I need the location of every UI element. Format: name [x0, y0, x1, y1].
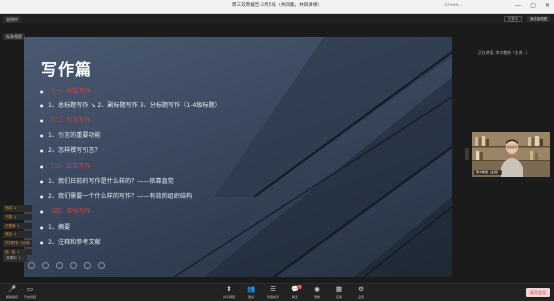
apps-icon: ▦	[335, 285, 343, 293]
speaker-person	[501, 139, 523, 177]
close-button[interactable]: ✕	[545, 2, 550, 10]
toolbar-button-label: 设置	[357, 294, 364, 299]
settings-button[interactable]: ⚙ 设置	[351, 286, 371, 299]
more-icon[interactable]	[98, 262, 105, 269]
prev-page-icon[interactable]	[28, 262, 35, 269]
bullet-icon: ●	[40, 193, 44, 199]
mic-button[interactable]: 🎤 解除静音	[2, 286, 22, 299]
slide-section-heading: ● （二）引言写作	[40, 115, 91, 124]
manage-icon: ☰	[270, 285, 276, 293]
toolbar-button-label: 录制	[313, 294, 320, 299]
meeting-top-bar: 说明中 记录中 演讲者视图	[0, 14, 554, 23]
participants-icon: 👥	[246, 285, 256, 293]
speaker-video-tile[interactable]: 李大教授（主讲）	[472, 132, 550, 177]
slide-line-text: 1、我们日前的写作是什么样的？——依靠直觉	[48, 178, 174, 185]
sharing-status-pill[interactable]: 共享中（…	[3, 255, 27, 262]
toolbar-button-label: 管理成员	[266, 294, 279, 299]
slide-section-heading: ● （一）标题写作	[40, 86, 91, 95]
layout-button[interactable]: 演讲者视图	[527, 16, 550, 22]
slide-toolbar	[28, 262, 105, 269]
stat-badge[interactable]: 下载: 1	[3, 213, 32, 221]
stat-badge[interactable]: 打扣时长: 0分钟	[3, 240, 32, 247]
manage-button[interactable]: ☰ 管理成员	[263, 286, 283, 299]
bullet-icon: ●	[40, 117, 44, 123]
slide-bullet-item: ● 1、总标题写作 ↘ 2、副标题写作 3、分标题写作（1-4级标题）	[40, 100, 221, 109]
maximize-button[interactable]: ▢	[530, 2, 536, 10]
slide-bullet-item: ● 1、我们日前的写作是什么样的？——依靠直觉	[40, 176, 174, 185]
toolbar-button-label: 共享屏幕	[222, 294, 235, 299]
eraser-icon[interactable]	[70, 262, 77, 269]
slide-line-text: 2、我们需要一个什么样的写作？——有效的组织结构	[48, 193, 193, 200]
fullscreen-icon[interactable]	[84, 262, 91, 269]
active-speaker-label: 正在讲话: 李大教授（主讲…）	[478, 50, 530, 55]
meeting-window: 周三双周报告-2月5号（共四集，共四讲课） 07:54:0… — ▢ ✕ 说明中…	[0, 0, 554, 301]
status-tag[interactable]: 说明中	[3, 16, 21, 23]
chat-button[interactable]: 💬 聊天 1	[285, 285, 305, 299]
slide-line-text: 1、总标题写作 ↘ 2、副标题写作 3、分标题写作（1-4级标题）	[48, 102, 221, 109]
slide-title: 写作篇	[41, 60, 93, 79]
slide-section-heading: ● （三）正文写作	[40, 161, 91, 170]
slide-bullet-item: ● 2、我们需要一个什么样的写作？——有效的组织结构	[40, 191, 192, 200]
toolbar-button-label: 聊天	[291, 294, 298, 299]
bullet-icon: ●	[40, 178, 44, 184]
leave-meeting-button[interactable]: 离开会议	[526, 288, 550, 297]
slide-bullet-item: ● 1、引言的重要功能	[40, 130, 101, 139]
shared-slide: 写作篇 ● （一）标题写作 ● 1、总标题写作 ↘ 2、副标题写作 3、分标题写作（1…	[24, 37, 452, 277]
window-title: 周三双周报告-2月5号（共四集，共四讲课）	[231, 3, 323, 8]
record-button[interactable]: ◉ 录制	[307, 286, 327, 299]
window-controls: — ▢ ✕	[515, 2, 550, 10]
video-name-tag: 李大教授（主讲）	[474, 170, 503, 175]
apps-button[interactable]: ▦ 应用	[329, 286, 349, 299]
toolbar-button-label: 开启视频	[23, 294, 36, 299]
slide-line-text: （一）标题写作	[48, 88, 91, 95]
next-page-icon[interactable]	[42, 262, 49, 269]
bullet-icon: ●	[40, 132, 44, 138]
slide-line-text: 1、引言的重要功能	[48, 132, 101, 139]
stat-badge[interactable]: 已签到: 1	[3, 222, 32, 230]
camera-icon: ▭	[26, 285, 34, 293]
stat-badge[interactable]: 参会: 1	[3, 231, 32, 238]
slide-section-heading: ● （四）其他写作	[40, 206, 91, 215]
slide-line-text: 1、摘要	[48, 224, 71, 231]
toolbar-button-label: 解除静音	[5, 294, 18, 299]
slide-bullet-item: ● 2、注释和参考文献	[40, 237, 101, 246]
view-mode-tag[interactable]: 标准视图	[3, 33, 25, 40]
mic-icon: 🎤	[7, 285, 17, 293]
pen-icon[interactable]	[56, 262, 63, 269]
participants-button[interactable]: 👥 邀请	[241, 286, 261, 299]
top-bar-actions: 记录中 演讲者视图	[503, 16, 550, 22]
minimize-button[interactable]: —	[515, 2, 521, 10]
meeting-toolbar: 离开会议 🎤 解除静音 ▭ 开启视频 ⬆ 共享屏幕 👥 邀请 ☰ 管理成员 💬 聊天 1 ◉ 录制 ▦ 应用 ⚙ 设…	[0, 283, 554, 301]
bullet-icon: ●	[40, 102, 44, 108]
bullet-icon: ●	[40, 88, 44, 94]
camera-button[interactable]: ▭ 开启视频	[20, 286, 40, 299]
collapse-panel-handle[interactable]	[465, 148, 469, 160]
slide-line-text: （四）其他写作	[48, 208, 91, 215]
bullet-icon: ●	[40, 239, 44, 245]
bullet-icon: ●	[40, 147, 44, 153]
slide-line-text: 2、怎样撰写引言？	[48, 147, 101, 154]
clock-readout: 07:54:0…	[444, 3, 462, 7]
toolbar-button-label: 邀请	[247, 294, 254, 299]
slide-line-text: （二）引言写作	[48, 117, 91, 124]
settings-icon: ⚙	[358, 285, 364, 293]
slide-bullet-item: ● 2、怎样撰写引言？	[40, 145, 101, 154]
slide-line-text: 2、注释和参考文献	[48, 239, 101, 246]
bullet-icon: ●	[40, 224, 44, 230]
title-bar: 周三双周报告-2月5号（共四集，共四讲课） 07:54:0… — ▢ ✕	[0, 0, 554, 14]
record-icon: ◉	[314, 285, 320, 293]
stat-badge[interactable]: 完成: 1	[3, 205, 32, 212]
record-status-pill[interactable]: 记录中	[503, 16, 523, 22]
share-screen-icon: ⬆	[226, 285, 232, 293]
chat-unread-badge: 1	[297, 285, 302, 289]
share-screen-button[interactable]: ⬆ 共享屏幕	[219, 286, 239, 299]
bullet-icon: ●	[40, 208, 44, 214]
meeting-stats: 完成: 1 下载: 1 已签到: 1 参会: 1 打扣时长: 0分钟 回…答: 1	[3, 205, 32, 256]
slide-bullet-item: ● 1、摘要	[40, 222, 70, 231]
slide-line-text: （三）正文写作	[48, 163, 91, 170]
toolbar-button-label: 应用	[335, 294, 342, 299]
bullet-icon: ●	[40, 163, 44, 169]
